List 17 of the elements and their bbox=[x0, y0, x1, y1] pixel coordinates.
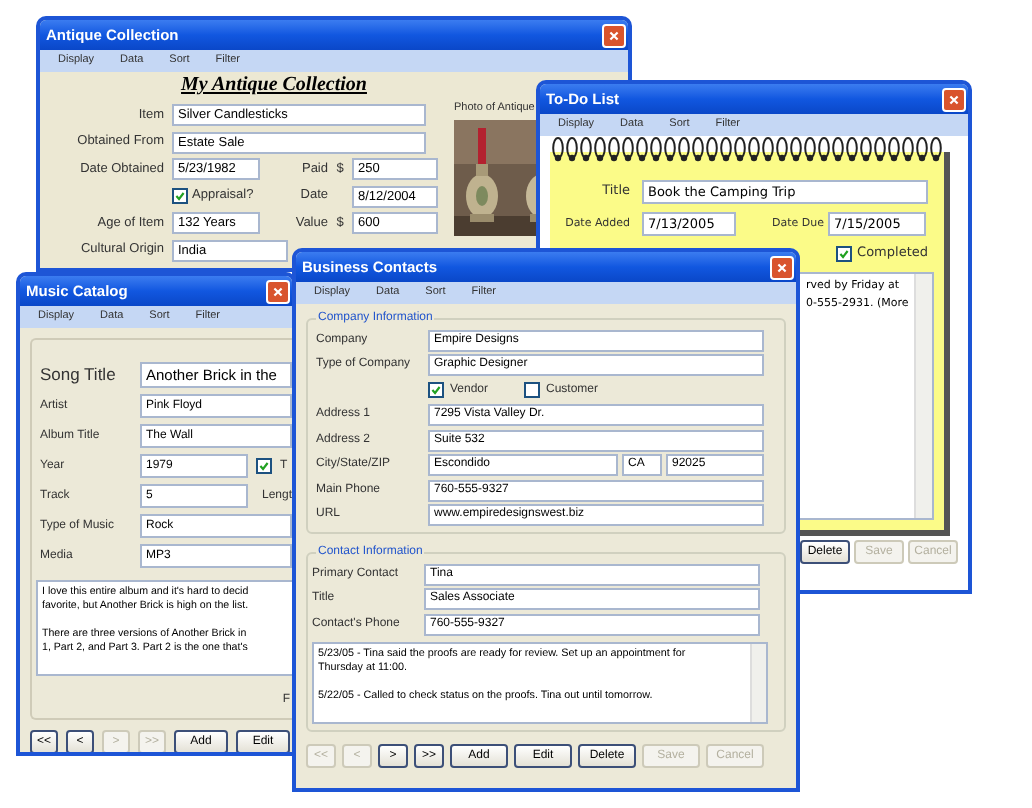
close-button[interactable] bbox=[942, 87, 966, 111]
field-label: Song Title bbox=[40, 361, 118, 387]
checkbox[interactable] bbox=[428, 382, 444, 398]
form-heading: My Antique Collection bbox=[181, 72, 367, 100]
scrollbar[interactable] bbox=[750, 644, 766, 722]
checkbox[interactable] bbox=[524, 382, 540, 398]
close-icon bbox=[272, 285, 284, 297]
checkbox[interactable] bbox=[256, 458, 272, 474]
checkbox[interactable] bbox=[172, 188, 188, 204]
close-button[interactable] bbox=[770, 255, 794, 279]
checkbox[interactable] bbox=[835, 246, 852, 262]
close-icon bbox=[948, 93, 960, 105]
close-icon bbox=[608, 29, 620, 41]
close-button[interactable] bbox=[602, 23, 626, 47]
close-icon bbox=[776, 261, 788, 273]
scrollbar[interactable] bbox=[914, 274, 932, 518]
close-button[interactable] bbox=[266, 279, 290, 303]
